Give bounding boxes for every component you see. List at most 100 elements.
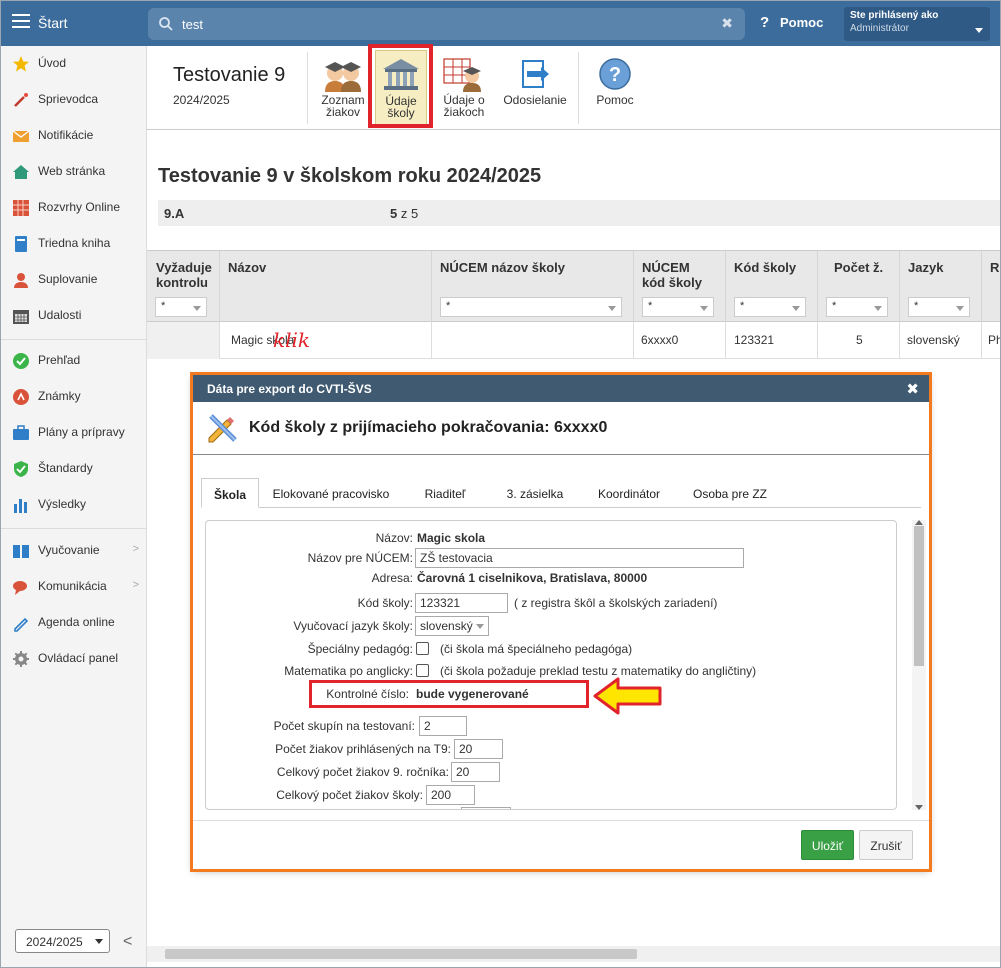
magic-wand-icon — [14, 93, 28, 107]
check-circle-icon — [13, 353, 29, 369]
tab-koordinator[interactable]: Koordinátor — [589, 478, 669, 508]
nazov-nucem-input[interactable]: ZŠ testovacia — [415, 548, 744, 568]
pocet-rocnik-input[interactable]: 20 — [451, 762, 500, 782]
sidebar-item-triedna-kniha[interactable]: Triedna kniha — [0, 226, 147, 262]
calendar-icon — [13, 310, 29, 324]
chat-icon — [13, 581, 27, 595]
user-caption: Ste prihlásený ako — [850, 10, 939, 21]
column-header: NÚCEM kód školy * — [633, 251, 725, 323]
pocet-skola-input[interactable]: 200 — [426, 785, 475, 805]
matematika-anglicky-checkbox[interactable] — [416, 664, 429, 677]
sidebar-item-komunikacia[interactable]: Komunikácia > — [0, 569, 147, 605]
sidebar-item-rozvrhy[interactable]: Rozvrhy Online — [0, 190, 147, 226]
close-icon[interactable]: ✖ — [906, 380, 919, 398]
column-filter[interactable]: * — [734, 297, 806, 317]
scrollbar-thumb[interactable] — [165, 949, 637, 959]
chevron-down-icon — [975, 28, 983, 33]
pocet-prihlasenych-input[interactable]: 20 — [454, 739, 503, 759]
save-button[interactable]: Uložiť — [801, 830, 854, 860]
jazyk-select[interactable]: slovenský — [415, 616, 489, 636]
top-bar: Štart ✖ ?Pomoc Ste prihlásený ako Admini… — [0, 0, 1001, 46]
chevron-right-icon: > — [132, 543, 139, 555]
table-cell: Ph — [981, 322, 1001, 359]
home-icon — [13, 165, 29, 179]
module-year: 2024/2025 — [173, 93, 230, 107]
sidebar-item-udalosti[interactable]: Udalosti — [0, 298, 147, 334]
form-scrollbar[interactable] — [912, 520, 926, 810]
dialog-footer-divider — [193, 820, 929, 821]
dialog-heading: Kód školy z prijímacieho pokračovania: 6… — [249, 419, 608, 436]
user-name: Administrátor — [850, 23, 909, 34]
table-cell: 6xxxx0 — [633, 322, 725, 359]
book-icon — [15, 236, 27, 252]
pomoc-button[interactable]: ? Pomoc — [590, 50, 640, 126]
horizontal-scrollbar[interactable] — [147, 946, 1001, 962]
hamburger-menu-icon[interactable] — [12, 14, 30, 28]
sidebar-item-notifikacie[interactable]: Notifikácie — [0, 118, 147, 154]
school-year-select[interactable]: 2024/2025 — [15, 929, 110, 953]
sidebar-item-ovladaci-panel[interactable]: Ovládací panel — [0, 641, 147, 677]
class-progress: 5 z 5 — [390, 206, 419, 221]
column-filter[interactable]: * — [826, 297, 888, 317]
tab-skola[interactable]: Škola — [201, 478, 259, 508]
column-filter[interactable]: * — [908, 297, 970, 317]
sidebar-item-vyucovanie[interactable]: Vyučovanie > — [0, 533, 147, 569]
specialny-pedagog-checkbox[interactable] — [416, 642, 429, 655]
question-icon: ? — [760, 14, 770, 31]
dialog-tabs: Škola Elokované pracovisko Riaditeľ 3. z… — [201, 478, 921, 508]
pocet-skupin-input[interactable]: 2 — [419, 716, 467, 736]
search-input[interactable] — [180, 12, 700, 36]
user-menu[interactable]: Ste prihlásený ako Administrátor — [844, 7, 990, 41]
sidebar-item-suplovanie[interactable]: Suplovanie — [0, 262, 147, 298]
cancel-button[interactable]: Zrušiť — [859, 830, 913, 860]
export-dialog: Dáta pre export do CVTI-ŠVS ✖ Kód školy … — [193, 375, 929, 869]
sidebar-item-web[interactable]: Web stránka — [0, 154, 147, 190]
sidebar-item-sprievodca[interactable]: Sprievodca — [0, 82, 147, 118]
pen-icon — [14, 617, 29, 632]
sidebar-divider — [0, 339, 147, 340]
column-filter[interactable]: * — [155, 297, 207, 317]
student-table-icon — [443, 58, 481, 92]
tab-elokovane[interactable]: Elokované pracovisko — [267, 478, 395, 508]
clear-search-icon[interactable]: ✖ — [721, 15, 733, 32]
table-cell: 5 — [817, 322, 899, 359]
module-title: Testovanie 9 — [173, 64, 286, 86]
form-panel: Názov: Magic skola Názov pre NÚCEM: ZŠ t… — [205, 520, 897, 810]
table-cell: slovenský — [899, 322, 981, 359]
zoznam-ziakov-button[interactable]: Zoznam žiakov — [315, 50, 371, 126]
scrollbar-thumb[interactable] — [914, 526, 924, 666]
tab-riaditel[interactable]: Riaditeľ — [415, 478, 475, 508]
start-label[interactable]: Štart — [38, 15, 68, 31]
sidebar-item-agenda[interactable]: Agenda online — [0, 605, 147, 641]
collapse-sidebar-icon[interactable]: < — [123, 933, 132, 951]
sidebar-item-plany[interactable]: Plány a prípravy — [0, 415, 147, 451]
column-filter[interactable]: * — [440, 297, 622, 317]
chevron-right-icon: > — [132, 579, 139, 591]
sidebar-item-znamky[interactable]: Známky — [0, 379, 147, 415]
grade-icon — [13, 389, 29, 405]
tab-zasielka[interactable]: 3. zásielka — [497, 478, 573, 508]
send-arrow-icon — [522, 60, 549, 88]
sidebar-item-prehlad[interactable]: Prehľad — [0, 343, 147, 379]
sidebar-divider — [0, 528, 147, 529]
help-link[interactable]: ? Pomoc — [760, 14, 823, 31]
sidebar-item-standardy[interactable]: Štandardy — [0, 451, 147, 487]
arrow-left-icon — [593, 677, 662, 715]
column-header: Kód školy * — [725, 251, 817, 323]
udaje-o-ziakoch-button[interactable]: Údaje o žiakoch — [435, 50, 493, 126]
sidebar-item-vysledky[interactable]: Výsledky — [0, 487, 147, 523]
students-icon — [325, 62, 361, 92]
gear-icon — [13, 651, 29, 667]
partial-input[interactable] — [461, 807, 511, 809]
odosielanie-button[interactable]: Odosielanie — [501, 50, 569, 126]
tab-osoba-zz[interactable]: Osoba pre ZZ — [685, 478, 775, 508]
column-header: Jazyk * — [899, 251, 981, 323]
sidebar-item-uvod[interactable]: Úvod — [0, 46, 147, 82]
column-filter[interactable]: * — [642, 297, 714, 317]
person-icon — [14, 273, 28, 288]
highlight-box-kontrolne-cislo — [309, 680, 589, 708]
kod-skoly-input[interactable]: 123321 — [415, 593, 508, 613]
class-name: 9.A — [164, 206, 185, 221]
sidebar: Úvod Sprievodca Notifikácie Web stránka … — [0, 46, 147, 968]
page-heading: Testovanie 9 v školskom roku 2024/2025 — [158, 165, 542, 187]
